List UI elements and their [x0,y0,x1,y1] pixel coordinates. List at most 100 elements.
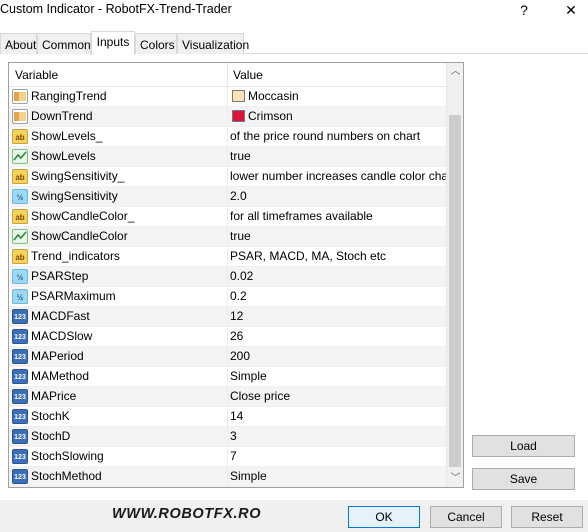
variable-name: StochK [31,409,70,423]
variable-name: MACDFast [31,309,90,323]
variable-value[interactable]: Moccasin [228,87,446,107]
value-text: Crimson [248,109,293,123]
scrollbar-thumb[interactable] [449,115,461,467]
variable-value[interactable]: true [228,227,446,247]
table-row[interactable]: ShowCandleColor true [9,227,446,247]
variable-value[interactable]: Simple [228,467,446,487]
variable-value[interactable]: 7 [228,447,446,467]
table-row[interactable]: ab SwingSensitivity_ lower number increase… [9,167,446,187]
header-variable[interactable]: Variable [9,63,58,87]
value-text: true [230,149,251,163]
load-button[interactable]: Load [472,435,575,457]
scroll-up-icon[interactable]: ︿ [447,63,463,80]
variable-value[interactable]: 0.02 [228,267,446,287]
table-row[interactable]: 123 StochSlowing 7 [9,447,446,467]
grid-rows: RangingTrend Moccasin DownTrend Crimson ab Sh… [9,87,446,487]
table-row[interactable]: ab ShowLevels_ of the price round numbers … [9,127,446,147]
table-row[interactable]: ShowLevels true [9,147,446,167]
variable-name: PSARStep [31,269,89,283]
value-text: of the price round numbers on chart [230,129,421,143]
tab-visualization[interactable]: Visualization [177,33,249,55]
value-text: Simple [230,369,267,383]
variable-name: MAPrice [31,389,77,403]
tab-common[interactable]: Common [37,33,91,55]
value-text: 3 [230,429,237,443]
variable-value[interactable]: Close price [228,387,446,407]
close-button[interactable]: ✕ [559,0,583,22]
tab-colors[interactable]: Colors [135,33,177,55]
variable-name: SwingSensitivity_ [31,169,125,183]
table-row[interactable]: 123 StochK 14 [9,407,446,427]
variable-name: MAPeriod [31,349,84,363]
variable-value[interactable]: PSAR, MACD, MA, Stoch etc [228,247,446,267]
value-text: 2.0 [230,189,247,203]
reset-button[interactable]: Reset [511,506,583,528]
value-text: 12 [230,309,244,323]
table-row[interactable]: 123 MAPrice Close price [9,387,446,407]
color-swatch[interactable] [232,90,245,102]
variable-value[interactable]: 14 [228,407,446,427]
variable-value[interactable]: Simple [228,367,446,387]
variable-value[interactable]: 0.2 [228,287,446,307]
table-row[interactable]: 123 MAPeriod 200 [9,347,446,367]
variable-name: RangingTrend [31,89,107,103]
table-row[interactable]: 123 MAMethod Simple [9,367,446,387]
variable-name: ShowLevels [31,149,96,163]
value-text: 26 [230,329,244,343]
variable-value[interactable]: lower number increases candle color chan… [228,167,446,187]
table-row[interactable]: DownTrend Crimson [9,107,446,127]
tab-about[interactable]: About [0,33,37,55]
variable-value[interactable]: for all timeframes available [228,207,446,227]
value-text: Close price [230,389,291,403]
save-button[interactable]: Save [472,468,575,490]
variable-value[interactable]: Crimson [228,107,446,127]
tab-inputs[interactable]: Inputs [91,31,135,55]
value-text: Simple [230,469,267,483]
variable-value[interactable]: 12 [228,307,446,327]
color-swatch[interactable] [232,110,245,122]
value-text: 0.2 [230,289,247,303]
cancel-button[interactable]: Cancel [430,506,502,528]
brand-text: WWW.ROBOTFX.RO [112,506,262,522]
title-bar: Custom Indicator - RobotFX-Trend-Trader … [0,0,588,24]
variable-name: PSARMaximum [31,289,116,303]
variable-value[interactable]: true [228,147,446,167]
table-row[interactable]: ab ShowCandleColor_ for all timeframes ava… [9,207,446,227]
value-text: 7 [230,449,237,463]
variable-name: ShowCandleColor_ [31,209,135,223]
value-text: lower number increases candle color chan… [230,169,446,183]
table-row[interactable]: ab Trend_indicators PSAR, MACD, MA, Stoch … [9,247,446,267]
table-row[interactable]: ½ SwingSensitivity 2.0 [9,187,446,207]
variable-name: ShowLevels_ [31,129,103,143]
value-text: PSAR, MACD, MA, Stoch etc [230,249,387,263]
window-title: Custom Indicator - RobotFX-Trend-Trader [0,2,232,16]
variable-value[interactable]: 26 [228,327,446,347]
header-value[interactable]: Value [227,63,263,87]
variable-value[interactable]: 3 [228,427,446,447]
variable-name: StochD [31,429,71,443]
variable-value[interactable]: 2.0 [228,187,446,207]
variable-name: MACDSlow [31,329,93,343]
value-text: true [230,229,251,243]
table-row[interactable]: 123 StochMethod Simple [9,467,446,487]
ok-button[interactable]: OK [348,506,420,528]
variable-value[interactable]: of the price round numbers on chart [228,127,446,147]
value-text: for all timeframes available [230,209,373,223]
table-row[interactable]: ½ PSARMaximum 0.2 [9,287,446,307]
tab-strip: About Common Inputs Colors Visualization [0,31,588,55]
value-text: 14 [230,409,244,423]
table-row[interactable]: 123 StochD 3 [9,427,446,447]
grid-header: Variable Value [9,63,446,87]
table-row[interactable]: 123 MACDFast 12 [9,307,446,327]
variable-name: ShowCandleColor [31,229,128,243]
variable-name: DownTrend [31,109,93,123]
table-row[interactable]: 123 MACDSlow 26 [9,327,446,347]
scroll-down-icon[interactable]: ﹀ [447,470,463,487]
value-text: 200 [230,349,251,363]
variable-value[interactable]: 200 [228,347,446,367]
vertical-scrollbar[interactable]: ︿ ﹀ [446,63,463,487]
table-row[interactable]: RangingTrend Moccasin [9,87,446,107]
value-text: 0.02 [230,269,254,283]
help-button[interactable]: ? [512,0,536,22]
table-row[interactable]: ½ PSARStep 0.02 [9,267,446,287]
